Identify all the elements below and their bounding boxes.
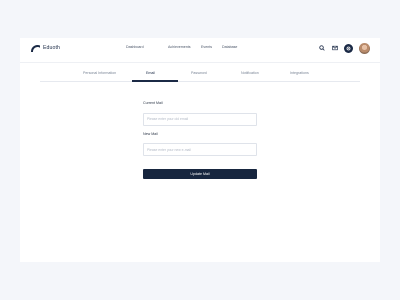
new-mail-input[interactable] [143,143,257,156]
current-mail-label: Current Mail [143,101,163,105]
nav-item-achievements[interactable]: Achievements [168,45,191,49]
tab-personal-information[interactable]: Personal Information [83,71,116,75]
active-tab-indicator [132,80,178,82]
change-email-form: Current Mail New Mail Update Mail [143,101,257,180]
nav-item-events[interactable]: Events [201,45,212,49]
tab-password[interactable]: Password [191,71,207,75]
tab-integrations[interactable]: Integrations [290,71,309,75]
header-actions [318,42,370,54]
search-icon[interactable] [318,45,325,52]
gear-icon[interactable] [344,43,353,53]
mail-icon[interactable] [331,45,338,52]
new-mail-group: New Mail [143,131,257,156]
new-mail-label: New Mail [143,131,158,136]
user-avatar[interactable] [359,42,370,54]
current-mail-group: Current Mail [143,101,257,126]
settings-tabs: Personal Information Email Password Noti… [20,71,380,81]
current-mail-input[interactable] [143,112,257,126]
nav-item-database[interactable]: Database [222,45,237,49]
nav-item-dashboard[interactable]: Dashboard [126,45,144,49]
top-navigation-bar: Eduoth Dashboard Achievements Events Dat… [20,38,380,58]
tabs-divider [40,81,360,82]
update-mail-button[interactable]: Update Mail [143,169,257,179]
tab-notification[interactable]: Notification [241,71,259,75]
tab-email[interactable]: Email [146,71,155,75]
settings-card: Eduoth Dashboard Achievements Events Dat… [20,38,380,262]
header-divider [20,62,380,63]
